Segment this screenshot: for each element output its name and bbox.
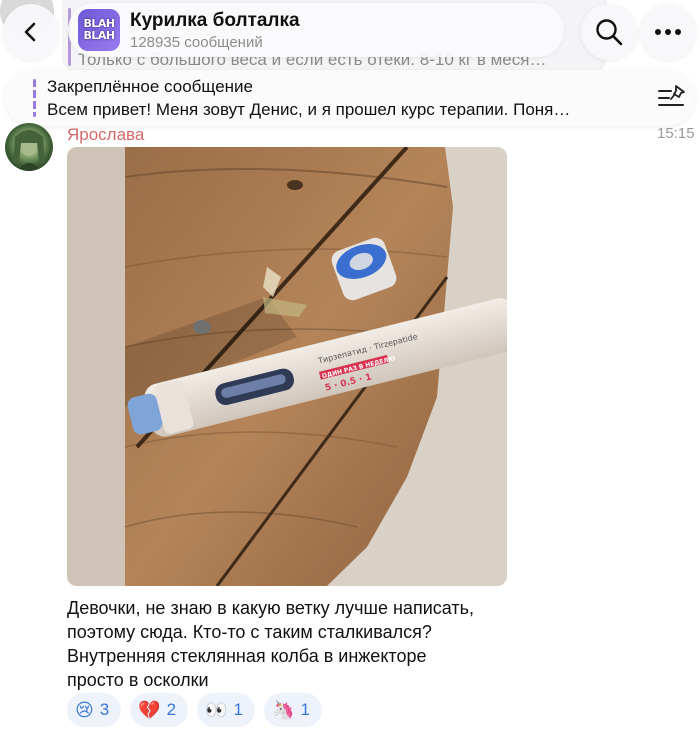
more-icon bbox=[655, 29, 681, 35]
sender-avatar[interactable] bbox=[5, 123, 53, 171]
broken-heart-icon: 💔 bbox=[138, 700, 161, 720]
message-time: 15:15 bbox=[657, 125, 695, 142]
message-sender[interactable]: Ярослава bbox=[67, 125, 144, 145]
avatar-image bbox=[13, 130, 45, 171]
reaction-eyes[interactable]: 👀 1 bbox=[197, 693, 256, 727]
more-button[interactable] bbox=[640, 4, 696, 60]
chat-logo[interactable]: BLAH BLAH bbox=[78, 9, 120, 51]
message-text: Девочки, не знаю в какую ветку лучше нап… bbox=[67, 596, 527, 692]
reaction-crying[interactable]: 😢 3 bbox=[67, 693, 122, 727]
pin-list-icon[interactable] bbox=[657, 84, 687, 110]
chat-logo-text-bottom: BLAH bbox=[83, 29, 115, 42]
photo-content: Тирзепатид · Tirzepatide ОДИН РАЗ В НЕДЕ… bbox=[67, 147, 507, 586]
reaction-count: 1 bbox=[300, 700, 310, 719]
reaction-unicorn[interactable]: 🦄 1 bbox=[264, 693, 322, 727]
chat-title: Курилка болталка bbox=[130, 10, 300, 31]
reactions-row: 😢 3 💔 2 👀 1 🦄 1 bbox=[67, 693, 322, 727]
chevron-left-icon bbox=[24, 22, 36, 42]
pinned-indicator bbox=[33, 79, 36, 117]
search-icon bbox=[596, 19, 623, 46]
message-text-line: Девочки, не знаю в какую ветку лучше нап… bbox=[67, 598, 474, 618]
reaction-count: 3 bbox=[99, 700, 110, 719]
chat-header[interactable]: BLAH BLAH Курилка болталка 128935 сообще… bbox=[68, 3, 564, 57]
chat-message-count: 128935 сообщений bbox=[130, 34, 263, 51]
unicorn-icon: 🦄 bbox=[272, 700, 295, 720]
search-button[interactable] bbox=[581, 4, 637, 60]
reaction-count: 2 bbox=[166, 700, 177, 719]
pinned-message-bar[interactable]: Закреплённое сообщение Всем привет! Меня… bbox=[5, 70, 695, 126]
pinned-title: Закреплённое сообщение bbox=[47, 77, 253, 96]
message-text-line: просто в осколки bbox=[67, 670, 209, 690]
back-button[interactable] bbox=[3, 4, 59, 60]
message-photo[interactable]: Тирзепатид · Tirzepatide ОДИН РАЗ В НЕДЕ… bbox=[67, 147, 507, 586]
reaction-broken-heart[interactable]: 💔 2 bbox=[130, 693, 189, 727]
eyes-icon: 👀 bbox=[205, 700, 228, 720]
pinned-text: Всем привет! Меня зовут Денис, и я проше… bbox=[47, 100, 571, 119]
reaction-count: 1 bbox=[233, 700, 244, 719]
message-text-line: Внутренняя стеклянная колба в инжекторе bbox=[67, 646, 427, 666]
crying-face-icon: 😢 bbox=[75, 700, 94, 720]
message-text-line: поэтому сюда. Кто-то с таким сталкивался… bbox=[67, 622, 432, 642]
